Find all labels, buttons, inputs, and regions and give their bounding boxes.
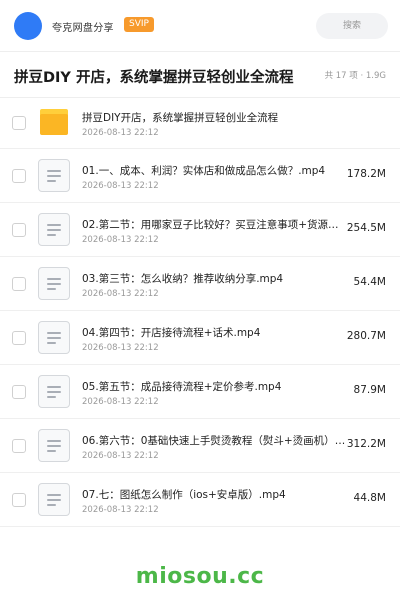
file-name: 07.七：图纸怎么制作（ios+安卓版）.mp4: [82, 489, 286, 501]
file-name: 02.第二节：用哪家豆子比较好？买豆注意事项+货源推荐.mp4: [82, 219, 346, 231]
file-row[interactable]: 05.第五节：成品接待流程+定价参考.mp4 2026-08-13 22:12 …: [0, 365, 400, 419]
avatar[interactable]: [14, 12, 42, 40]
search-input[interactable]: 搜索: [316, 13, 388, 39]
document-icon: [38, 267, 70, 300]
file-date: 2026-08-13 22:12: [82, 505, 159, 515]
file-count-size: 共 17 项 · 1.9G: [324, 71, 386, 81]
file-row[interactable]: 06.第六节：0基础快速上手熨烫教程（熨斗+烫画机）.mp4 2026-08-1…: [0, 419, 400, 473]
file-date: 2026-08-13 22:12: [82, 397, 159, 407]
document-icon: [38, 321, 70, 354]
file-date: 2026-08-13 22:12: [82, 235, 159, 245]
document-icon: [38, 213, 70, 246]
svip-badge: SVIP: [124, 17, 154, 32]
file-size: 44.8M: [353, 492, 386, 504]
file-size: 280.7M: [346, 330, 386, 342]
file-date: 2026-08-13 22:12: [82, 289, 159, 299]
file-name: 拼豆DIY开店，系统掌握拼豆轻创业全流程: [82, 112, 279, 124]
row-checkbox[interactable]: [12, 493, 26, 507]
row-checkbox[interactable]: [12, 385, 26, 399]
file-name: 05.第五节：成品接待流程+定价参考.mp4: [82, 381, 282, 393]
file-name: 03.第三节：怎么收纳？推荐收纳分享.mp4: [82, 273, 284, 285]
file-row[interactable]: 01.一、成本、利润？实体店和做成品怎么做？.mp4 2026-08-13 22…: [0, 149, 400, 203]
file-date: 2026-08-13 22:12: [82, 451, 159, 461]
row-checkbox[interactable]: [12, 439, 26, 453]
title-bar: 拼豆DIY 开店，系统掌握拼豆轻创业全流程 共 17 项 · 1.9G: [0, 52, 400, 98]
file-size: 178.2M: [346, 168, 386, 180]
file-size: 87.9M: [353, 384, 386, 396]
file-row[interactable]: 02.第二节：用哪家豆子比较好？买豆注意事项+货源推荐.mp4 2026-08-…: [0, 203, 400, 257]
file-date: 2026-08-13 22:12: [82, 343, 159, 353]
file-size: 54.4M: [353, 276, 386, 288]
row-checkbox[interactable]: [12, 223, 26, 237]
file-row[interactable]: 04.第四节：开店接待流程+话术.mp4 2026-08-13 22:12 28…: [0, 311, 400, 365]
row-checkbox[interactable]: [12, 331, 26, 345]
row-checkbox[interactable]: [12, 277, 26, 291]
page-title: 拼豆DIY 开店，系统掌握拼豆轻创业全流程: [14, 70, 294, 86]
row-checkbox[interactable]: [12, 169, 26, 183]
file-date: 2026-08-13 22:12: [82, 128, 159, 138]
header: 夸克网盘分享 SVIP 搜索: [0, 0, 400, 52]
document-icon: [38, 159, 70, 192]
row-checkbox[interactable]: [12, 116, 26, 130]
user-name[interactable]: 夸克网盘分享: [52, 19, 114, 34]
file-list: 拼豆DIY开店，系统掌握拼豆轻创业全流程 2026-08-13 22:12 01…: [0, 98, 400, 527]
folder-icon: [40, 109, 68, 135]
file-size: 312.2M: [346, 438, 386, 450]
watermark: miosou.cc: [135, 564, 265, 589]
file-date: 2026-08-13 22:12: [82, 181, 159, 191]
document-icon: [38, 429, 70, 462]
file-row[interactable]: 07.七：图纸怎么制作（ios+安卓版）.mp4 2026-08-13 22:1…: [0, 473, 400, 527]
file-name: 01.一、成本、利润？实体店和做成品怎么做？.mp4: [82, 165, 326, 177]
file-name: 04.第四节：开店接待流程+话术.mp4: [82, 327, 261, 339]
folder-row[interactable]: 拼豆DIY开店，系统掌握拼豆轻创业全流程 2026-08-13 22:12: [0, 98, 400, 149]
document-icon: [38, 375, 70, 408]
file-size: 254.5M: [346, 222, 386, 234]
file-row[interactable]: 03.第三节：怎么收纳？推荐收纳分享.mp4 2026-08-13 22:12 …: [0, 257, 400, 311]
document-icon: [38, 483, 70, 516]
file-name: 06.第六节：0基础快速上手熨烫教程（熨斗+烫画机）.mp4: [82, 435, 346, 447]
